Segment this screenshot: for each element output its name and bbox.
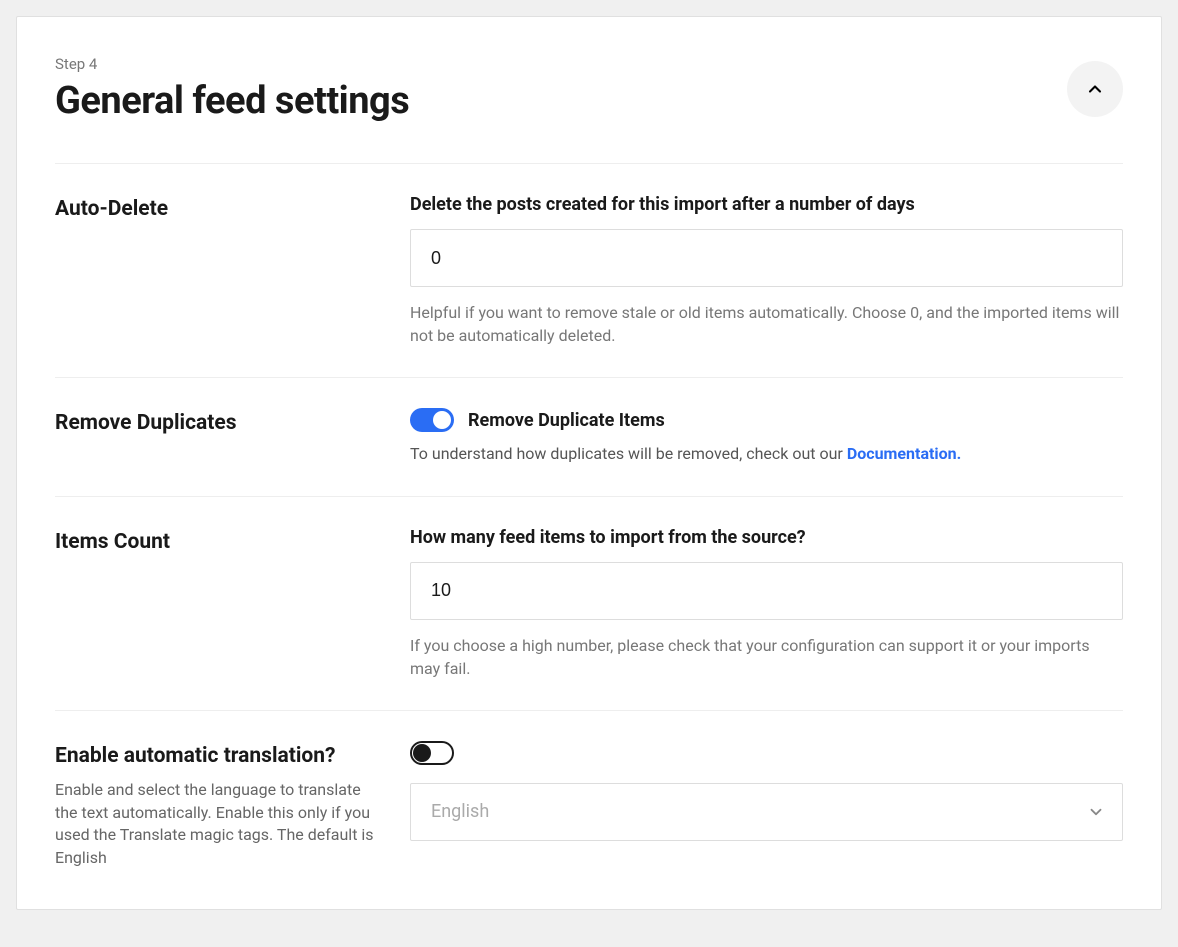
translation-toggle[interactable] bbox=[410, 741, 454, 765]
row-items-count: Items Count How many feed items to impor… bbox=[55, 497, 1123, 711]
auto-delete-input[interactable] bbox=[410, 229, 1123, 287]
auto-delete-label: Auto-Delete bbox=[55, 194, 386, 224]
row-right: How many feed items to import from the s… bbox=[410, 527, 1123, 680]
row-left: Remove Duplicates bbox=[55, 408, 410, 465]
settings-card: Step 4 General feed settings Auto-Delete… bbox=[16, 16, 1162, 910]
translation-label: Enable automatic translation? bbox=[55, 741, 386, 771]
chevron-up-icon bbox=[1085, 79, 1105, 99]
translation-subtext: Enable and select the language to transl… bbox=[55, 779, 386, 869]
remove-duplicates-desc: To understand how duplicates will be rem… bbox=[410, 442, 1123, 465]
step-label: Step 4 bbox=[55, 55, 409, 73]
row-remove-duplicates: Remove Duplicates Remove Duplicate Items… bbox=[55, 378, 1123, 496]
row-auto-delete: Auto-Delete Delete the posts created for… bbox=[55, 164, 1123, 378]
toggle-line: Remove Duplicate Items bbox=[410, 408, 1123, 432]
row-right: Delete the posts created for this import… bbox=[410, 194, 1123, 347]
auto-delete-title: Delete the posts created for this import… bbox=[410, 194, 1123, 215]
desc-text: To understand how duplicates will be rem… bbox=[410, 444, 847, 463]
row-translation: Enable automatic translation? Enable and… bbox=[55, 711, 1123, 869]
auto-delete-helper: Helpful if you want to remove stale or o… bbox=[410, 301, 1123, 347]
remove-duplicates-toggle[interactable] bbox=[410, 408, 454, 432]
row-left: Items Count bbox=[55, 527, 410, 680]
row-right: English bbox=[410, 741, 1123, 869]
items-count-helper: If you choose a high number, please chec… bbox=[410, 634, 1123, 680]
row-right: Remove Duplicate Items To understand how… bbox=[410, 408, 1123, 465]
page-title: General feed settings bbox=[55, 79, 409, 123]
remove-duplicates-label: Remove Duplicates bbox=[55, 408, 386, 438]
documentation-link[interactable]: Documentation. bbox=[847, 444, 961, 463]
items-count-label: Items Count bbox=[55, 527, 386, 557]
items-count-input[interactable] bbox=[410, 562, 1123, 620]
section-header: Step 4 General feed settings bbox=[55, 55, 1123, 164]
items-count-title: How many feed items to import from the s… bbox=[410, 527, 1123, 548]
remove-duplicates-toggle-label: Remove Duplicate Items bbox=[468, 410, 665, 431]
header-text: Step 4 General feed settings bbox=[55, 55, 409, 123]
row-left: Enable automatic translation? Enable and… bbox=[55, 741, 410, 869]
language-select[interactable]: English bbox=[410, 783, 1123, 841]
collapse-button[interactable] bbox=[1067, 61, 1123, 117]
row-left: Auto-Delete bbox=[55, 194, 410, 347]
language-select-wrap: English bbox=[410, 783, 1123, 841]
